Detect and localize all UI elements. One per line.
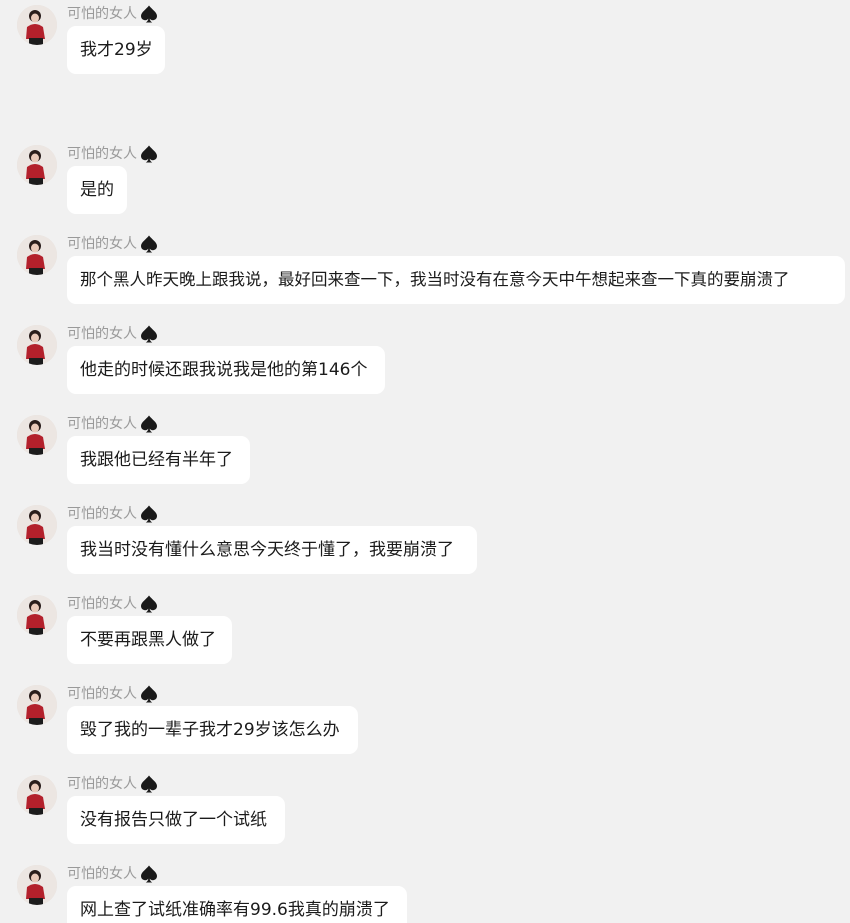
chat-message: 可怕的女人 那个黑人昨天晚上跟我说，最好回来查一下，我当时没有在意今天中午想起来… <box>0 230 850 320</box>
sender-name: 可怕的女人 <box>67 6 137 22</box>
chat-message: 可怕的女人 网上查了试纸准确率有99.6我真的崩溃了 <box>0 860 850 923</box>
sender-name: 可怕的女人 <box>67 146 137 162</box>
message-bubble[interactable]: 网上查了试纸准确率有99.6我真的崩溃了 <box>67 886 407 923</box>
sender-avatar[interactable] <box>17 865 57 905</box>
spade-icon <box>141 415 157 433</box>
message-bubble[interactable]: 我当时没有懂什么意思今天终于懂了，我要崩溃了 <box>67 526 477 574</box>
message-bubble[interactable]: 没有报告只做了一个试纸 <box>67 796 285 844</box>
sender-avatar[interactable] <box>17 145 57 185</box>
spade-icon <box>141 235 157 253</box>
spade-icon <box>141 595 157 613</box>
message-bubble[interactable]: 他走的时候还跟我说我是他的第146个 <box>67 346 385 394</box>
spade-icon <box>141 775 157 793</box>
spade-icon <box>141 685 157 703</box>
chat-message: 可怕的女人 不要再跟黑人做了 <box>0 590 850 680</box>
sender-name: 可怕的女人 <box>67 416 137 432</box>
sender-avatar[interactable] <box>17 505 57 545</box>
sender-avatar[interactable] <box>17 235 57 275</box>
sender-avatar[interactable] <box>17 595 57 635</box>
message-bubble[interactable]: 我跟他已经有半年了 <box>67 436 250 484</box>
chat-message: 可怕的女人 毁了我的一辈子我才29岁该怎么办 <box>0 680 850 770</box>
chat-message: 可怕的女人 我跟他已经有半年了 <box>0 410 850 500</box>
message-bubble[interactable]: 我才29岁 <box>67 26 165 74</box>
spade-icon <box>141 865 157 883</box>
sender-name: 可怕的女人 <box>67 326 137 342</box>
sender-avatar[interactable] <box>17 415 57 455</box>
sender-name: 可怕的女人 <box>67 596 137 612</box>
chat-message: 可怕的女人 我当时没有懂什么意思今天终于懂了，我要崩溃了 <box>0 500 850 590</box>
sender-name: 可怕的女人 <box>67 236 137 252</box>
sender-avatar[interactable] <box>17 325 57 365</box>
chat-message: 可怕的女人 是的 <box>0 140 850 230</box>
spade-icon <box>141 505 157 523</box>
spade-icon <box>141 325 157 343</box>
sender-name: 可怕的女人 <box>67 866 137 882</box>
sender-name: 可怕的女人 <box>67 686 137 702</box>
message-bubble[interactable]: 是的 <box>67 166 127 214</box>
chat-message-list[interactable]: 可怕的女人 我才29岁 可怕的女人 是的 可怕的女人 那个黑人昨天晚上跟我说，最… <box>0 0 850 923</box>
message-bubble[interactable]: 毁了我的一辈子我才29岁该怎么办 <box>67 706 358 754</box>
sender-name: 可怕的女人 <box>67 506 137 522</box>
sender-avatar[interactable] <box>17 5 57 45</box>
chat-message: 可怕的女人 我才29岁 <box>0 0 850 90</box>
chat-message: 可怕的女人 没有报告只做了一个试纸 <box>0 770 850 860</box>
sender-name: 可怕的女人 <box>67 776 137 792</box>
message-bubble[interactable]: 那个黑人昨天晚上跟我说，最好回来查一下，我当时没有在意今天中午想起来查一下真的要… <box>67 256 845 304</box>
spade-icon <box>141 5 157 23</box>
spade-icon <box>141 145 157 163</box>
sender-avatar[interactable] <box>17 685 57 725</box>
sender-avatar[interactable] <box>17 775 57 815</box>
message-bubble[interactable]: 不要再跟黑人做了 <box>67 616 232 664</box>
chat-message: 可怕的女人 他走的时候还跟我说我是他的第146个 <box>0 320 850 410</box>
